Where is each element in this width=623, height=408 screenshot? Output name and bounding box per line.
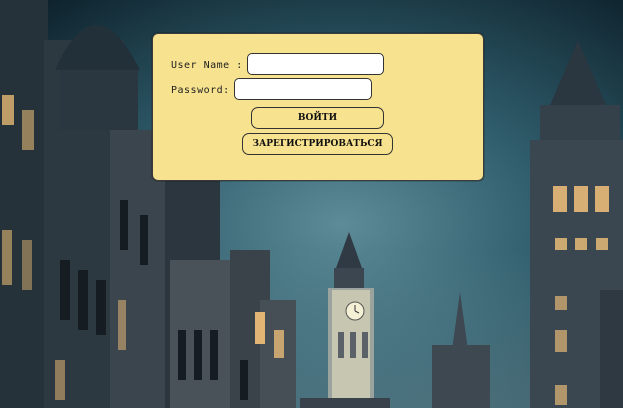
login-button[interactable]: ВОЙТИ [251,107,384,129]
username-label: User Name : [171,60,243,71]
username-input[interactable] [247,53,384,75]
login-panel: User Name : Password: ВОЙТИ ЗАРЕГИСТРИРО… [152,33,484,181]
register-button[interactable]: ЗАРЕГИСТРИРОВАТЬСЯ [242,133,393,155]
password-input[interactable] [234,78,372,100]
password-label: Password: [171,85,230,96]
